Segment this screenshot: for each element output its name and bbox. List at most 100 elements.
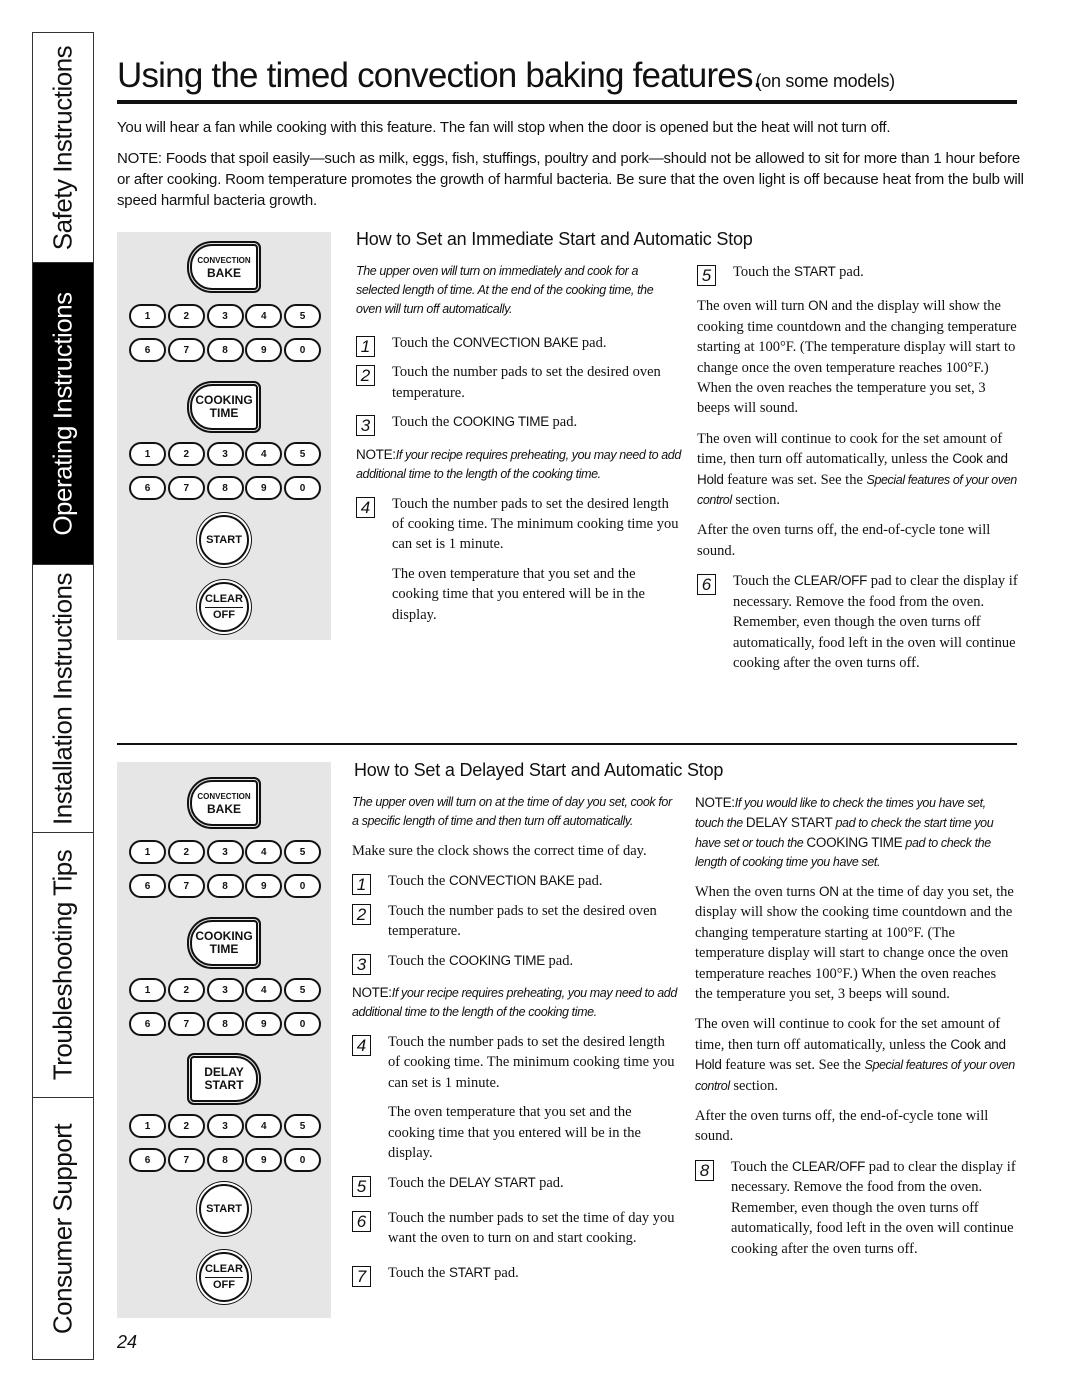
immediate-lead: The upper oven will turn on immediately … (356, 264, 654, 316)
digit-pad: 8 (206, 1012, 244, 1036)
immediate-preheat-note: NOTE:If your recipe requires preheating,… (356, 446, 681, 481)
digit-pad: 6 (129, 476, 166, 500)
digit-pad: 4 (245, 840, 283, 864)
section-divider (117, 743, 1017, 745)
digit-pad: 1 (129, 978, 166, 1002)
delayed-col-right: NOTE:If you would like to check the time… (695, 793, 1017, 1268)
delayed-col-left: The upper oven will turn on at the time … (352, 793, 680, 1292)
tab-safety-instructions[interactable]: Safety Instructions (33, 33, 93, 263)
digit-pad: 4 (245, 1114, 283, 1138)
delayed-step-1: 1 Touch the CONVECTION BAKE pad. (352, 871, 680, 896)
digit-pad: 8 (206, 338, 244, 362)
immediate-col-left: The upper oven will turn on immediately … (356, 262, 681, 635)
digit-pad: 3 (206, 1114, 244, 1138)
number-pads-row: 12345 (129, 304, 321, 328)
delayed-step-5: 5 Touch the DELAY START pad. (352, 1173, 680, 1198)
immediate-step-2: 2 Touch the number pads to set the desire… (356, 362, 681, 403)
delayed-step-4-followup: The oven temperature that you set and th… (388, 1104, 641, 1162)
digit-pad: 7 (167, 1148, 205, 1172)
tab-troubleshooting-tips[interactable]: Troubleshooting Tips (33, 833, 93, 1098)
digit-pad: 6 (129, 1148, 166, 1172)
number-pads-row: 67890 (129, 874, 321, 898)
convection-bake-pad: CONVECTION BAKE (190, 244, 258, 290)
digit-pad: 0 (284, 874, 321, 898)
immediate-continue-text: The oven will continue to cook for the s… (697, 430, 1017, 509)
start-pad: START (199, 1184, 249, 1234)
delayed-on-text: When the oven turns ON at the time of da… (695, 884, 1014, 1003)
tab-installation-instructions[interactable]: Installation Instructions (33, 565, 93, 833)
digit-pad: 2 (167, 978, 205, 1002)
immediate-on-text: The oven will turn ON and the display wi… (697, 298, 1017, 417)
digit-pad: 8 (206, 476, 244, 500)
digit-pad: 6 (129, 1012, 166, 1036)
delay-start-pad: DELAY START (190, 1056, 258, 1102)
food-safety-note: NOTE: Foods that spoil easily—such as mi… (117, 150, 1024, 209)
number-pads-row: 67890 (129, 1012, 321, 1036)
title-rule (117, 100, 1017, 104)
digit-pad: 9 (245, 1012, 283, 1036)
clear-off-pad: CLEAR OFF (199, 1252, 249, 1302)
digit-pad: 4 (245, 304, 283, 328)
digit-pad: 0 (284, 1148, 321, 1172)
digit-pad: 1 (129, 1114, 166, 1138)
immediate-col-right: 5 Touch the START pad. The oven will turn… (697, 262, 1019, 682)
digit-pad: 5 (284, 1114, 321, 1138)
immediate-step-5: 5 Touch the START pad. (697, 262, 1019, 286)
digit-pad: 1 (129, 442, 166, 466)
digit-pad: 4 (245, 978, 283, 1002)
digit-pad: 2 (167, 442, 205, 466)
digit-pad: 5 (284, 840, 321, 864)
digit-pad: 5 (284, 442, 321, 466)
digit-pad: 1 (129, 304, 166, 328)
digit-pad: 7 (167, 338, 205, 362)
immediate-step-6: 6 Touch the CLEAR/OFF pad to clear the di… (697, 571, 1019, 673)
digit-pad: 9 (245, 874, 283, 898)
immediate-step-4-followup: The oven temperature that you set and th… (392, 565, 645, 623)
delayed-continue-text: The oven will continue to cook for the s… (695, 1016, 1015, 1094)
number-pads-row: 12345 (129, 442, 321, 466)
digit-pad: 0 (284, 338, 321, 362)
delayed-step-8: 8 Touch the CLEAR/OFF pad to clear the di… (695, 1157, 1017, 1259)
delayed-step-7: 7 Touch the START pad. (352, 1263, 680, 1287)
page-title: Using the timed convection baking featur… (117, 56, 895, 95)
delayed-step-2: 2 Touch the number pads to set the desire… (352, 901, 680, 942)
number-pads-row: 12345 (129, 978, 321, 1002)
digit-pad: 7 (167, 874, 205, 898)
delayed-preheat-note: NOTE:If your recipe requires preheating,… (352, 985, 677, 1020)
cooking-time-pad: COOKING TIME (190, 920, 258, 966)
digit-pad: 1 (129, 840, 166, 864)
digit-pad: 3 (206, 304, 244, 328)
digit-pad: 5 (284, 978, 321, 1002)
page-number: 24 (117, 1332, 138, 1352)
digit-pad: 8 (206, 1148, 244, 1172)
keypad-illustration-delayed: CONVECTION BAKE 12345 67890 COOKING TIME 1… (117, 762, 331, 1318)
immediate-tone-text: After the oven turns off, the end-of-cyc… (697, 522, 991, 559)
digit-pad: 6 (129, 874, 166, 898)
cooking-time-pad: COOKING TIME (190, 384, 258, 430)
delayed-step-3: 3 Touch the COOKING TIME pad. (352, 951, 680, 975)
digit-pad: 3 (206, 978, 244, 1002)
digit-pad: 7 (167, 1012, 205, 1036)
digit-pad: 0 (284, 1012, 321, 1036)
keypad-illustration-immediate: CONVECTION BAKE 12345 67890 COOKING TIME 1… (117, 232, 331, 640)
number-pads-row: 67890 (129, 338, 321, 362)
immediate-step-4: 4 Touch the number pads to set the desire… (356, 494, 681, 555)
number-pads-row: 67890 (129, 476, 321, 500)
number-pads-row: 12345 (129, 1114, 321, 1138)
digit-pad: 6 (129, 338, 166, 362)
convection-bake-pad: CONVECTION BAKE (190, 780, 258, 826)
tab-consumer-support[interactable]: Consumer Support (33, 1098, 93, 1360)
tab-operating-instructions[interactable]: Operating Instructions (33, 263, 93, 565)
delayed-start-heading: How to Set a Delayed Start and Automatic… (354, 760, 724, 780)
digit-pad: 4 (245, 442, 283, 466)
delayed-step-4: 4 Touch the number pads to set the desire… (352, 1032, 680, 1093)
digit-pad: 3 (206, 840, 244, 864)
delayed-step-6: 6 Touch the number pads to set the time o… (352, 1208, 680, 1249)
digit-pad: 7 (167, 476, 205, 500)
digit-pad: 3 (206, 442, 244, 466)
immediate-start-heading: How to Set an Immediate Start and Automa… (356, 229, 753, 249)
number-pads-row: 12345 (129, 840, 321, 864)
start-pad: START (199, 515, 249, 565)
fan-notice: You will hear a fan while cooking with t… (117, 119, 891, 136)
digit-pad: 9 (245, 1148, 283, 1172)
